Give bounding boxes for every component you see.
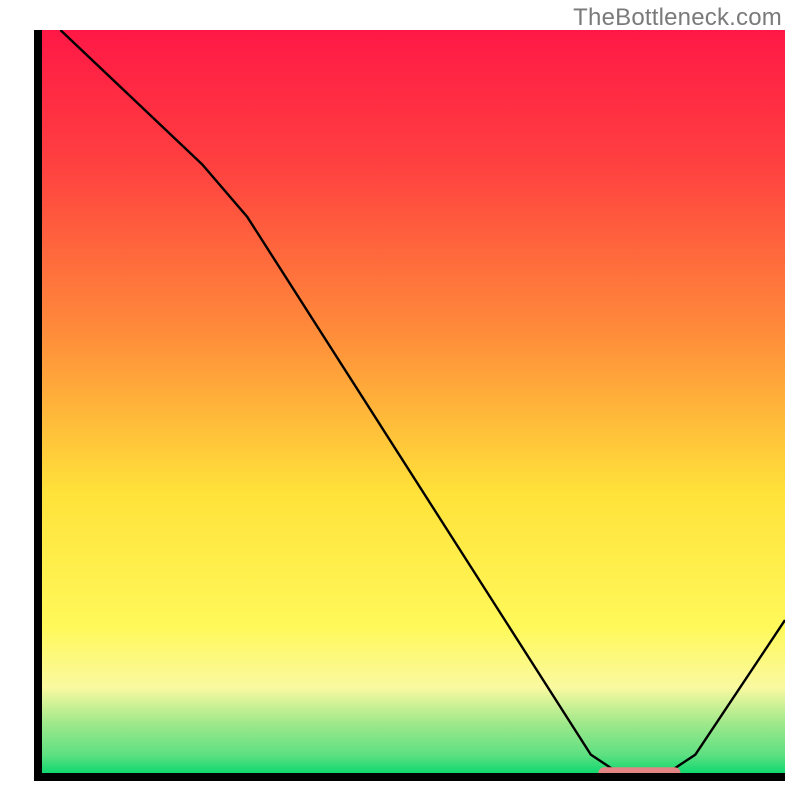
chart-plot-area [30,30,785,785]
chart-frame: TheBottleneck.com [0,0,800,800]
gradient-background [38,30,785,777]
watermark-text: TheBottleneck.com [573,4,782,32]
bottleneck-chart-svg [30,30,785,785]
